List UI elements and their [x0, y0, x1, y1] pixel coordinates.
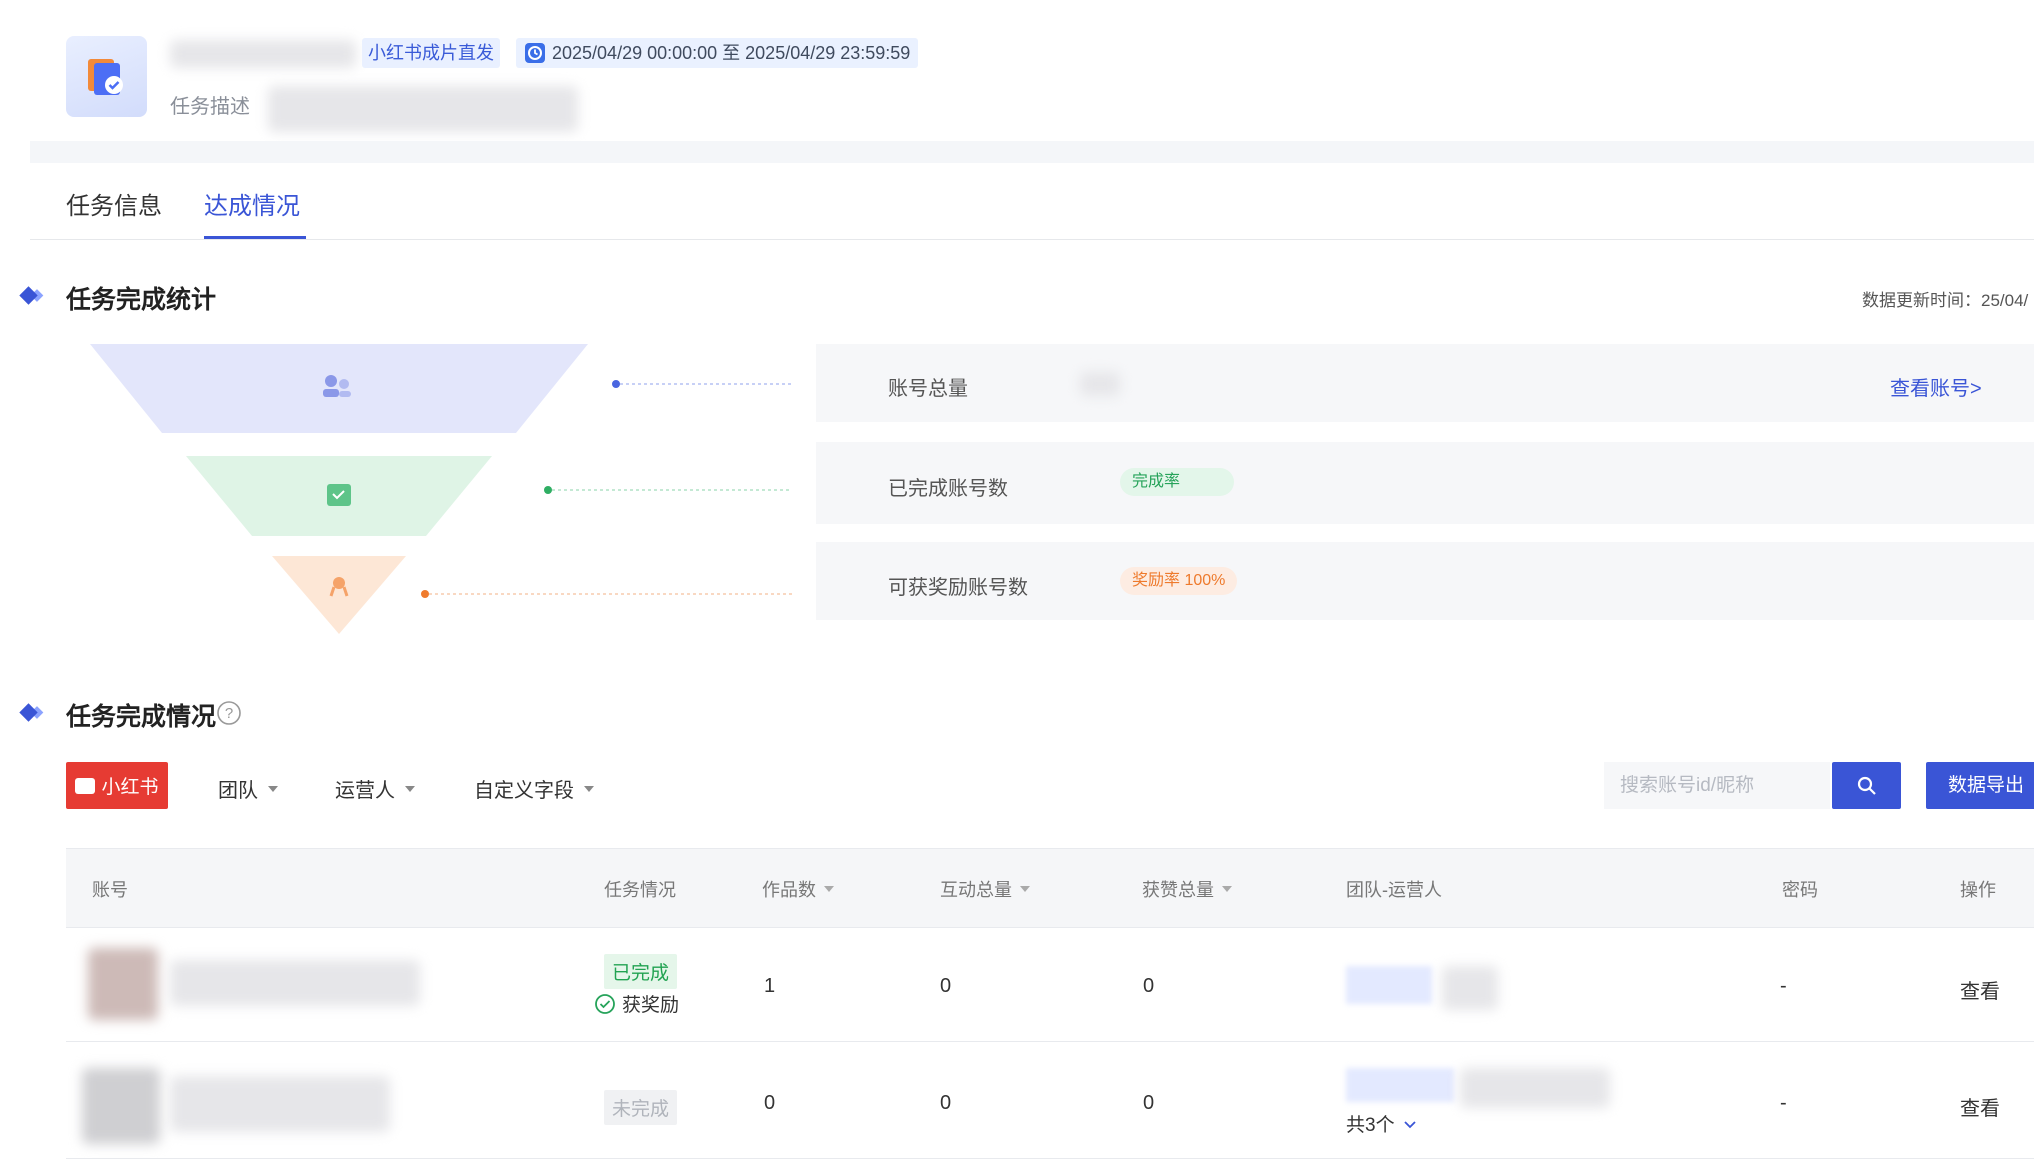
column-works-count-label: 作品数 — [762, 880, 816, 900]
sort-caret-icon — [1020, 886, 1030, 892]
section-diamond-icon — [19, 286, 38, 305]
sort-caret-icon — [824, 886, 834, 892]
account-avatar-redacted — [88, 948, 158, 1020]
check-circle-icon — [595, 993, 615, 1014]
tabs-divider — [30, 239, 2034, 240]
works-count-cell: 0 — [764, 1092, 776, 1114]
password-cell: - — [1780, 1092, 1787, 1114]
view-row-link[interactable]: 查看 — [1960, 975, 2000, 1004]
operator-filter-dropdown[interactable]: 运营人 — [335, 774, 415, 803]
column-interactions[interactable]: 互动总量 — [940, 876, 1030, 902]
status-badge: 未完成 — [604, 1090, 678, 1125]
column-actions: 操作 — [1960, 880, 1996, 900]
platform-xiaohongshu-button[interactable]: 小红书 — [66, 762, 168, 809]
works-count-cell: 1 — [764, 975, 776, 997]
column-team-operator: 团队-运营人 — [1346, 880, 1442, 900]
task-doc-icon — [88, 59, 123, 95]
reward-rate-pill: 奖励率 100% — [1120, 567, 1238, 595]
column-works-count[interactable]: 作品数 — [762, 876, 834, 902]
account-avatar-redacted — [82, 1068, 160, 1144]
funnel-level-accounts — [90, 344, 588, 433]
table-header — [66, 848, 2034, 928]
chevron-down-icon — [405, 785, 415, 792]
reward-label: 获奖励 — [622, 995, 680, 1016]
operator-redacted — [1460, 1068, 1610, 1108]
svg-text:?: ? — [225, 705, 233, 722]
column-account: 账号 — [92, 880, 128, 900]
description-label: 任务描述 — [170, 96, 250, 118]
stat-label-total-accounts: 账号总量 — [888, 378, 968, 400]
stat-label-completed: 已完成账号数 — [888, 478, 1008, 500]
task-name-redacted — [170, 40, 356, 68]
custom-field-filter-dropdown[interactable]: 自定义字段 — [474, 774, 594, 803]
chevron-down-icon — [584, 785, 594, 792]
column-password: 密码 — [1782, 880, 1818, 900]
sort-caret-icon — [1222, 886, 1232, 892]
clipboard-check-icon — [327, 484, 351, 506]
platform-tag: 小红书成片直发 — [362, 38, 500, 68]
column-task-status: 任务情况 — [604, 880, 676, 900]
interactions-cell: 0 — [940, 1092, 952, 1114]
funnel-level-reward — [272, 556, 406, 634]
platform-button-label: 小红书 — [101, 777, 159, 798]
account-name-redacted — [170, 960, 420, 1006]
account-search-input[interactable] — [1604, 762, 1830, 809]
reward-indicator: 获奖励 — [594, 990, 679, 1017]
team-count-expander[interactable]: 共3个 — [1346, 1110, 1419, 1137]
likes-cell: 0 — [1143, 975, 1155, 997]
total-accounts-value-redacted — [1080, 372, 1120, 396]
search-button[interactable] — [1832, 762, 1901, 809]
clock-icon — [525, 43, 545, 63]
data-update-time: 数据更新时间：25/04/ — [1862, 291, 2029, 310]
team-tag-redacted — [1346, 966, 1432, 1004]
active-tab-indicator — [204, 236, 306, 239]
interactions-cell: 0 — [940, 975, 952, 997]
column-likes[interactable]: 获赞总量 — [1142, 876, 1232, 902]
likes-cell: 0 — [1143, 1092, 1155, 1114]
chevron-down-icon — [268, 785, 278, 792]
section-diamond-icon — [19, 703, 38, 722]
search-icon — [1857, 776, 1876, 795]
row-divider — [66, 1158, 2034, 1159]
tab-achievement[interactable]: 达成情况 — [204, 186, 300, 221]
stat-row-total-accounts — [816, 344, 2034, 422]
chevron-down-icon — [1403, 1120, 1416, 1128]
header-divider-band — [30, 141, 2034, 163]
completion-rate-pill: 完成率 — [1120, 468, 1234, 496]
view-row-link[interactable]: 查看 — [1960, 1092, 2000, 1121]
tab-task-info[interactable]: 任务信息 — [66, 186, 162, 221]
task-avatar — [66, 36, 147, 117]
stats-section-title: 任务完成统计 — [66, 286, 217, 314]
team-filter-dropdown[interactable]: 团队 — [218, 774, 278, 803]
team-filter-label: 团队 — [218, 780, 258, 802]
column-interactions-label: 互动总量 — [940, 880, 1012, 900]
custom-field-filter-label: 自定义字段 — [474, 780, 574, 802]
stat-label-reward: 可获奖励账号数 — [888, 577, 1028, 599]
time-range-text: 2025/04/29 00:00:00 至 2025/04/29 23:59:5… — [552, 43, 911, 63]
status-badge: 已完成 — [604, 954, 678, 989]
account-name-redacted — [170, 1076, 390, 1132]
password-cell: - — [1780, 975, 1787, 997]
help-icon[interactable]: ? — [216, 700, 242, 726]
column-likes-label: 获赞总量 — [1142, 880, 1214, 900]
view-accounts-link[interactable]: 查看账号> — [1890, 372, 1982, 401]
funnel-chart — [90, 344, 792, 634]
completion-section-title: 任务完成情况 — [66, 703, 217, 731]
time-range-tag: 2025/04/29 00:00:00 至 2025/04/29 23:59:5… — [516, 38, 919, 68]
description-redacted — [268, 86, 578, 132]
export-data-button[interactable]: 数据导出 — [1926, 762, 2034, 809]
operator-filter-label: 运营人 — [335, 780, 395, 802]
team-count-label: 共3个 — [1346, 1115, 1395, 1136]
operator-redacted — [1442, 966, 1498, 1010]
xiaohongshu-logo-icon — [75, 777, 96, 794]
team-tag-redacted — [1346, 1068, 1454, 1102]
